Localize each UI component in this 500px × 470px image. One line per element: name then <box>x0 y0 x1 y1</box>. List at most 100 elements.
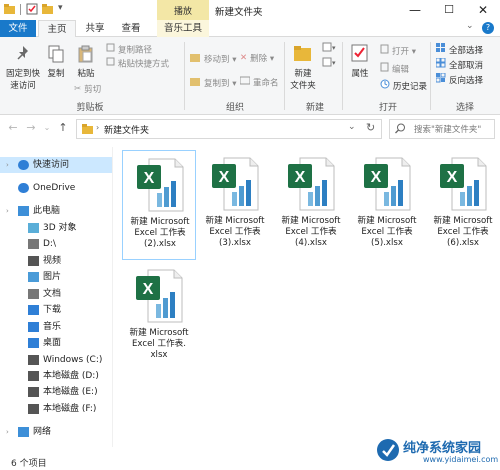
expand-chevron-icon[interactable]: › <box>6 424 9 440</box>
file-item[interactable]: X 新建 Microsoft Excel 工作表 (6).xlsx <box>426 150 500 260</box>
file-item[interactable]: X 新建 Microsoft Excel 工作表 (5).xlsx <box>350 150 424 260</box>
file-name-line: 新建 Microsoft <box>433 216 493 226</box>
nav-item-label: 音乐 <box>43 322 62 332</box>
open-group-label: 打开 <box>378 103 397 113</box>
breadcrumb-current-folder[interactable]: 新建文件夹 <box>104 123 149 136</box>
new-item-icon[interactable]: ▾ <box>322 42 336 55</box>
svg-text:X: X <box>295 169 306 186</box>
rename-label: 重命名 <box>253 78 279 89</box>
excel-file-icon: X <box>135 157 185 213</box>
nav-item[interactable]: › 此电脑 <box>0 203 112 219</box>
file-name-line: Excel 工作表 <box>285 227 337 237</box>
edit-icon <box>380 62 389 77</box>
tab-file[interactable]: 文件 <box>0 20 36 37</box>
customize-quick-access-icon[interactable]: ▾ <box>58 3 63 13</box>
file-item[interactable]: X 新建 Microsoft Excel 工作表. xlsx <box>122 262 196 372</box>
select-all-icon <box>436 43 446 58</box>
tab-share[interactable]: 共享 <box>80 20 110 37</box>
pin-icon <box>14 45 32 66</box>
file-item[interactable]: X 新建 Microsoft Excel 工作表 (3).xlsx <box>198 150 272 260</box>
nav-item-label: 文档 <box>43 289 62 299</box>
search-placeholder[interactable]: 搜索"新建文件夹" <box>414 123 481 135</box>
new-group-label: 新建 <box>305 103 324 113</box>
file-name: 新建 Microsoft Excel 工作表. xlsx <box>122 328 196 361</box>
nav-item[interactable]: 下载 <box>0 302 112 318</box>
nav-item[interactable]: › 快速访问 <box>0 157 112 173</box>
nav-item-label: 本地磁盘 (E:) <box>43 387 98 397</box>
nav-item[interactable]: D:\ <box>0 236 112 252</box>
open-button[interactable]: 打开 ▾ <box>380 44 416 59</box>
pin-to-quick-access-button[interactable]: 固定到快 速访问 <box>2 68 44 92</box>
paste-shortcut-label: 粘贴快捷方式 <box>118 59 170 70</box>
minimize-button[interactable]: — <box>398 0 432 20</box>
copy-to-button[interactable]: 复制到 ▾ <box>190 76 236 91</box>
file-item[interactable]: X 新建 Microsoft Excel 工作表 (2).xlsx <box>122 150 196 260</box>
nav-item-label: Windows (C:) <box>43 355 103 365</box>
nav-item[interactable]: 桌面 <box>0 335 112 351</box>
open-label: 打开 <box>392 47 410 57</box>
excel-file-icon: X <box>134 268 184 324</box>
nav-item[interactable]: 视频 <box>0 253 112 269</box>
paste-button[interactable]: 粘贴 <box>72 68 100 80</box>
cut-button[interactable]: ✂ 剪切 <box>74 83 101 97</box>
copy-path-button[interactable]: 复制路径 <box>106 43 152 58</box>
edit-button[interactable]: 编辑 <box>380 62 409 77</box>
expand-chevron-icon[interactable]: › <box>6 157 9 173</box>
select-all-button[interactable]: 全部选择 <box>436 43 483 58</box>
forward-arrow-icon[interactable]: → <box>24 121 38 135</box>
move-to-button[interactable]: 移动到 ▾ <box>190 52 236 67</box>
file-item[interactable]: X 新建 Microsoft Excel 工作表 (4).xlsx <box>274 150 348 260</box>
download-icon <box>28 305 39 315</box>
nav-item[interactable]: 图片 <box>0 269 112 285</box>
rename-button[interactable]: 重命名 <box>239 76 279 91</box>
file-name: 新建 Microsoft Excel 工作表 (2).xlsx <box>123 217 197 250</box>
disk-icon <box>28 387 39 397</box>
nav-item[interactable]: OneDrive <box>0 180 112 196</box>
copy-to-icon <box>190 76 201 91</box>
delete-button[interactable]: ✕ 删除 ▾ <box>240 52 274 66</box>
nav-item[interactable]: 本地磁盘 (D:) <box>0 368 112 384</box>
address-dropdown-icon[interactable]: ⌄ <box>348 122 356 132</box>
refresh-icon[interactable]: ↻ <box>366 121 375 134</box>
copy-to-label: 复制到 <box>204 79 230 89</box>
item-count: 6 个项目 <box>11 459 47 469</box>
nav-item-label: 本地磁盘 (D:) <box>43 371 99 381</box>
file-name-line: 新建 Microsoft <box>281 216 341 226</box>
easy-access-icon[interactable]: ▾ <box>322 57 336 70</box>
recent-locations-chevron-icon[interactable]: ⌄ <box>40 121 54 135</box>
paste-shortcut-icon <box>106 57 115 71</box>
move-to-icon <box>190 52 201 67</box>
picture-icon <box>28 272 39 282</box>
invert-selection-button[interactable]: 反向选择 <box>435 72 483 88</box>
select-none-button[interactable]: 全部取消 <box>435 57 483 73</box>
up-arrow-icon[interactable]: ↑ <box>56 121 70 135</box>
back-arrow-icon[interactable]: ← <box>6 121 20 135</box>
nav-item[interactable]: 本地磁盘 (F:) <box>0 401 112 417</box>
file-name-line: 新建 Microsoft <box>205 216 265 226</box>
help-icon[interactable]: ? <box>482 22 494 34</box>
expand-chevron-icon[interactable]: › <box>6 203 9 219</box>
file-name-line: 新建 Microsoft <box>129 328 189 338</box>
properties-button[interactable]: 属性 <box>346 68 374 80</box>
maximize-button[interactable]: ☐ <box>432 0 466 20</box>
nav-item[interactable]: 文档 <box>0 286 112 302</box>
history-button[interactable]: 历史记录 <box>380 79 427 94</box>
tab-home[interactable]: 主页 <box>38 20 76 38</box>
tab-view[interactable]: 查看 <box>116 20 146 37</box>
tab-music-tools[interactable]: 音乐工具 <box>157 20 209 37</box>
paste-shortcut-button[interactable]: 粘贴快捷方式 <box>106 57 169 72</box>
nav-item[interactable]: › 网络 <box>0 424 112 440</box>
properties-quick-icon[interactable] <box>26 3 38 15</box>
nav-item[interactable]: 本地磁盘 (E:) <box>0 384 112 400</box>
file-name-line: 新建 Microsoft <box>357 216 417 226</box>
nav-item[interactable]: 3D 对象 <box>0 220 112 236</box>
new-folder-quick-icon[interactable] <box>42 3 54 15</box>
history-label: 历史记录 <box>393 82 428 92</box>
collapse-ribbon-icon[interactable]: ⌄ <box>466 21 474 31</box>
nav-item[interactable]: Windows (C:) <box>0 352 112 368</box>
copy-button[interactable]: 复制 <box>44 68 68 80</box>
breadcrumb-separator-icon: › <box>96 123 100 132</box>
close-button[interactable]: ✕ <box>466 0 500 20</box>
nav-item[interactable]: 音乐 <box>0 319 112 335</box>
new-folder-button[interactable]: 新建 文件夹 <box>286 68 320 92</box>
